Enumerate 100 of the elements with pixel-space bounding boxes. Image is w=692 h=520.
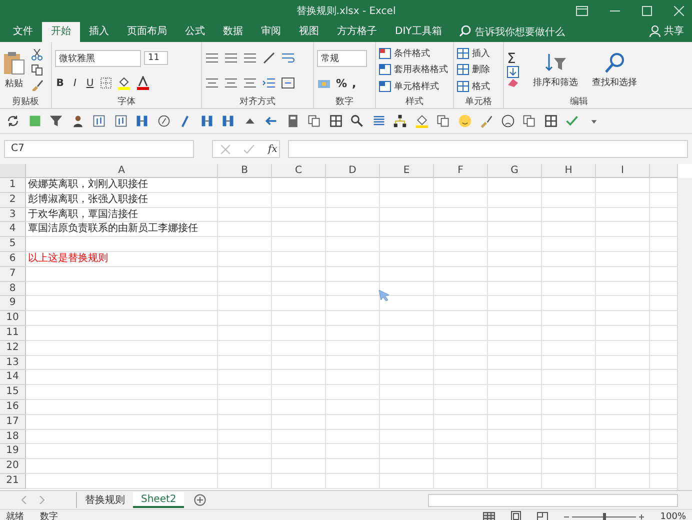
column-header[interactable]: E xyxy=(380,164,434,178)
sort-filter-button[interactable]: 排序和筛选 xyxy=(533,76,578,88)
page-layout-icon[interactable] xyxy=(511,511,522,520)
column-header[interactable]: F xyxy=(434,164,488,178)
column-header[interactable]: C xyxy=(272,164,326,178)
styles-menu-button[interactable]: 套用表格格式 xyxy=(394,63,448,76)
eraser-icon[interactable] xyxy=(507,78,519,88)
add-sheet-icon[interactable] xyxy=(194,494,206,506)
copy-icon[interactable] xyxy=(307,114,321,128)
columns-icon[interactable] xyxy=(200,114,214,128)
column-header[interactable]: A xyxy=(26,164,218,178)
formula-input[interactable] xyxy=(288,140,688,158)
share-button[interactable]: 共享 xyxy=(664,24,692,42)
underline-button[interactable]: U xyxy=(85,78,95,89)
ribbon-tab[interactable]: DIY工具箱 xyxy=(386,21,451,42)
orientation-icon[interactable] xyxy=(262,52,276,64)
row-header[interactable]: 8 xyxy=(0,282,26,296)
cells-grid-icon[interactable] xyxy=(457,64,469,76)
frown-icon[interactable] xyxy=(500,114,514,128)
row-header[interactable]: 10 xyxy=(0,311,26,326)
table-style-icon[interactable] xyxy=(379,48,391,59)
row-header[interactable]: 3 xyxy=(0,208,26,222)
ribbon-tab[interactable]: 视图 xyxy=(290,21,328,42)
sheet-tab[interactable]: 替换规则 xyxy=(77,492,133,508)
row-header[interactable]: 19 xyxy=(0,444,26,460)
row-header[interactable]: 2 xyxy=(0,192,26,208)
cells-grid-icon[interactable] xyxy=(457,48,469,59)
font-family-dropdown[interactable]: 微软雅黑 xyxy=(55,50,141,67)
align-icon[interactable] xyxy=(243,52,257,64)
vertical-scrollbar[interactable] xyxy=(677,178,692,490)
font-color-icon[interactable] xyxy=(136,76,150,90)
column-header[interactable]: G xyxy=(488,164,542,178)
ribbon-tab[interactable]: 开始 xyxy=(42,21,80,42)
brush-icon[interactable] xyxy=(479,114,493,128)
copy-icon[interactable] xyxy=(522,114,536,128)
ribbon-tab[interactable]: 公式 xyxy=(176,21,214,42)
lines-icon[interactable] xyxy=(372,114,386,128)
styles-menu-button[interactable]: 单元格样式 xyxy=(394,80,439,94)
row-header[interactable]: 5 xyxy=(0,237,26,252)
circle-icon[interactable] xyxy=(156,114,170,128)
ribbon-display-icon[interactable] xyxy=(576,6,588,16)
row-header[interactable]: 7 xyxy=(0,266,26,282)
row-header[interactable]: 21 xyxy=(0,474,26,489)
autosum-button[interactable]: Σ xyxy=(507,52,527,66)
grid-icon[interactable] xyxy=(544,114,558,128)
zoom-slider-icon[interactable] xyxy=(564,512,644,520)
row-header[interactable]: 20 xyxy=(0,459,26,474)
tell-me-field[interactable]: 告诉我你想要做什么 xyxy=(474,27,625,42)
border-grid-icon[interactable] xyxy=(100,77,112,90)
network-icon[interactable] xyxy=(393,114,407,128)
cells-grid-icon[interactable] xyxy=(457,81,469,92)
paste-button[interactable]: 粘贴 xyxy=(5,76,23,90)
row-header[interactable]: 18 xyxy=(0,430,26,444)
smiley-icon[interactable] xyxy=(458,114,472,128)
ribbon-tab[interactable]: 方方格子 xyxy=(328,21,386,42)
fill-bucket-icon[interactable] xyxy=(414,114,428,128)
row-header[interactable]: 17 xyxy=(0,414,26,430)
font-size-dropdown[interactable]: 11 xyxy=(144,51,168,66)
check-icon[interactable] xyxy=(244,144,254,154)
comma-button[interactable]: , xyxy=(352,77,356,90)
columns-icon[interactable] xyxy=(135,114,149,128)
ribbon-tab[interactable]: 数据 xyxy=(214,21,252,42)
person-icon[interactable] xyxy=(649,25,661,37)
bold-button[interactable]: B xyxy=(55,78,65,89)
number-format-dropdown[interactable]: 常规 xyxy=(317,50,367,67)
row-header[interactable]: 4 xyxy=(0,222,26,238)
align-icon[interactable] xyxy=(224,76,238,88)
indent-icon[interactable] xyxy=(262,76,276,88)
styles-menu-button[interactable]: 条件格式 xyxy=(394,46,430,60)
refresh-icon[interactable] xyxy=(6,114,20,128)
horizontal-scrollbar[interactable] xyxy=(428,494,678,506)
check-icon[interactable] xyxy=(565,114,579,128)
brush-icon[interactable] xyxy=(31,79,43,91)
wrap-text-icon[interactable] xyxy=(281,52,295,64)
align-icon[interactable] xyxy=(243,76,257,88)
table-style-icon[interactable] xyxy=(379,64,391,76)
row-header[interactable]: 9 xyxy=(0,296,26,312)
percent-button[interactable]: % xyxy=(336,77,348,90)
find-select-button[interactable]: 查找和选择 xyxy=(592,76,637,88)
columns-icon[interactable] xyxy=(221,114,235,128)
close-icon[interactable] xyxy=(674,6,684,16)
row-header[interactable]: 14 xyxy=(0,370,26,386)
arrow-left-icon[interactable] xyxy=(264,114,278,128)
calculator-icon[interactable] xyxy=(286,114,300,128)
fill-bucket-icon[interactable] xyxy=(117,76,131,90)
insert-function-button[interactable]: fx xyxy=(268,144,278,154)
align-icon[interactable] xyxy=(224,52,238,64)
maximize-icon[interactable] xyxy=(642,6,652,16)
copy-icon[interactable] xyxy=(436,114,450,128)
sheet-tab[interactable]: Sheet2 xyxy=(133,492,184,508)
row-header[interactable]: 11 xyxy=(0,326,26,341)
align-icon[interactable] xyxy=(205,52,219,64)
cells-menu-button[interactable]: 格式 xyxy=(472,80,490,94)
search-icon[interactable] xyxy=(604,52,626,74)
ribbon-tab[interactable]: 页面布局 xyxy=(118,21,176,42)
row-header[interactable]: 1 xyxy=(0,178,26,193)
table-style-icon[interactable] xyxy=(379,81,391,92)
column-header[interactable]: D xyxy=(326,164,380,178)
normal-view-icon[interactable] xyxy=(483,512,496,520)
person-icon[interactable] xyxy=(70,114,84,128)
